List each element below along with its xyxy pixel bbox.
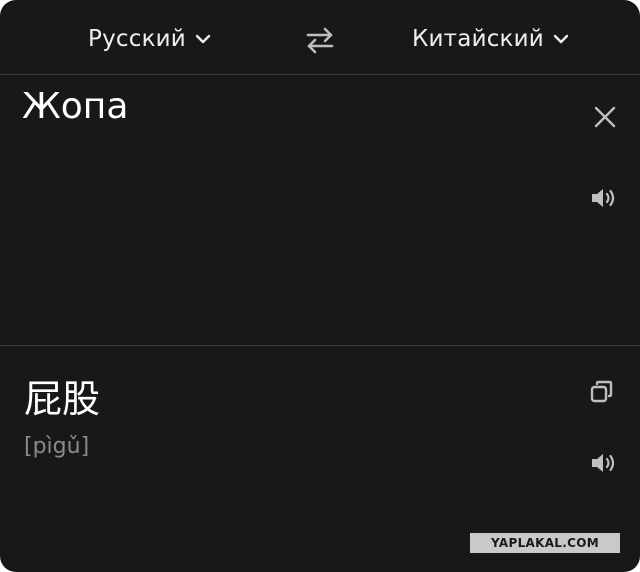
panel-divider — [0, 345, 640, 346]
close-icon — [594, 106, 616, 128]
speaker-icon — [592, 454, 615, 472]
swap-languages-button[interactable] — [304, 24, 336, 56]
target-language-selector[interactable]: Китайский — [412, 22, 570, 56]
source-text-input[interactable]: Жопа — [22, 86, 128, 127]
translator-screen: Русский Китайский Жопа 屁股 [pìgǔ] YAPLAKA… — [0, 0, 640, 572]
transliteration-text: [pìgǔ] — [24, 434, 90, 459]
copy-translation-button[interactable] — [589, 379, 615, 405]
clear-input-button[interactable] — [592, 104, 618, 130]
chevron-down-icon — [194, 30, 212, 48]
language-bar: Русский Китайский — [0, 0, 640, 74]
copy-icon — [590, 380, 613, 403]
speak-source-button[interactable] — [589, 185, 619, 211]
speaker-icon — [592, 189, 615, 207]
header-divider — [0, 74, 640, 75]
source-language-selector[interactable]: Русский — [88, 22, 212, 56]
watermark-logo: YAPLAKAL.COM — [470, 533, 620, 553]
swap-arrows-icon — [306, 27, 334, 54]
chevron-down-icon — [552, 30, 570, 48]
target-language-label: Китайский — [412, 26, 544, 52]
source-language-label: Русский — [88, 26, 186, 52]
translation-output: 屁股 — [24, 377, 101, 421]
speak-translation-button[interactable] — [589, 450, 619, 476]
